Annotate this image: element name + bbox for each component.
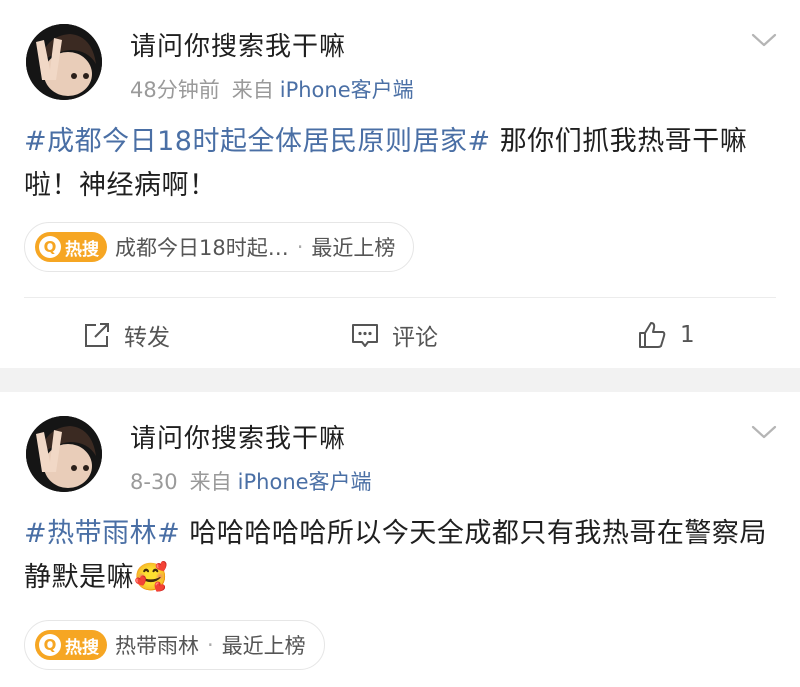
- source-client[interactable]: iPhone客户端: [280, 78, 414, 102]
- post-meta: 8-30 来自 iPhone客户端: [130, 466, 372, 496]
- divider: [24, 297, 776, 298]
- like-button[interactable]: 1: [636, 319, 695, 351]
- hot-status: 最近上榜: [221, 634, 306, 658]
- weibo-post-1: 请问你搜索我干嘛 48分钟前 来自 iPhone客户端 #成都今日18时起全体居民原…: [0, 0, 800, 368]
- comment-button[interactable]: 评论: [350, 318, 438, 352]
- hashtag-link[interactable]: #成都今日18时起全体居民原则居家#: [24, 126, 491, 157]
- avatar[interactable]: [26, 24, 102, 100]
- hot-search-pill[interactable]: Q 热搜 成都今日18时起… · 最近上榜: [24, 222, 415, 272]
- source-prefix: 来自: [189, 470, 232, 494]
- share-icon: [85, 323, 109, 347]
- action-bar: 转发 评论 1: [0, 305, 800, 365]
- chevron-down-icon[interactable]: [750, 422, 778, 442]
- hot-badge-label: 热搜: [65, 637, 99, 658]
- chevron-down-icon[interactable]: [750, 30, 778, 50]
- post-time: 8-30: [130, 470, 178, 494]
- like-icon: [639, 322, 666, 348]
- source-prefix: 来自: [231, 78, 274, 102]
- username[interactable]: 请问你搜索我干嘛: [130, 26, 346, 63]
- hot-search-badge: Q 热搜: [35, 630, 107, 660]
- emoji: 🥰: [134, 562, 169, 593]
- separator-dot: ·: [207, 633, 214, 657]
- separator-dot: ·: [296, 235, 304, 259]
- weibo-post-2: 请问你搜索我干嘛 8-30 来自 iPhone客户端 #热带雨林# 哈哈哈哈哈所以今…: [0, 392, 800, 687]
- hot-search-pill[interactable]: Q 热搜 热带雨林 · 最近上榜: [24, 620, 325, 670]
- post-time: 48分钟前: [130, 78, 220, 102]
- hot-status: 最近上榜: [311, 236, 396, 260]
- hot-topic: 热带雨林: [115, 634, 199, 658]
- share-label: 转发: [124, 325, 170, 351]
- hot-topic: 成都今日18时起…: [115, 236, 289, 260]
- comment-icon: [352, 324, 378, 347]
- hot-badge-label: 热搜: [65, 239, 99, 260]
- hot-search-icon: Q: [39, 236, 61, 258]
- username[interactable]: 请问你搜索我干嘛: [130, 418, 346, 455]
- post-content: #成都今日18时起全体居民原则居家# 那你们抓我热哥干嘛啦！神经病啊！: [24, 120, 776, 208]
- hashtag-link[interactable]: #热带雨林#: [24, 518, 180, 549]
- hot-search-badge: Q 热搜: [35, 232, 107, 262]
- share-button[interactable]: 转发: [82, 318, 170, 352]
- post-separator: [0, 368, 800, 392]
- like-count: 1: [680, 322, 695, 348]
- hot-search-icon: Q: [39, 634, 61, 656]
- avatar[interactable]: [26, 416, 102, 492]
- post-meta: 48分钟前 来自 iPhone客户端: [130, 74, 414, 104]
- post-content: #热带雨林# 哈哈哈哈哈所以今天全成都只有我热哥在警察局静默是嘛🥰: [24, 512, 776, 600]
- comment-label: 评论: [392, 325, 438, 351]
- source-client[interactable]: iPhone客户端: [238, 470, 372, 494]
